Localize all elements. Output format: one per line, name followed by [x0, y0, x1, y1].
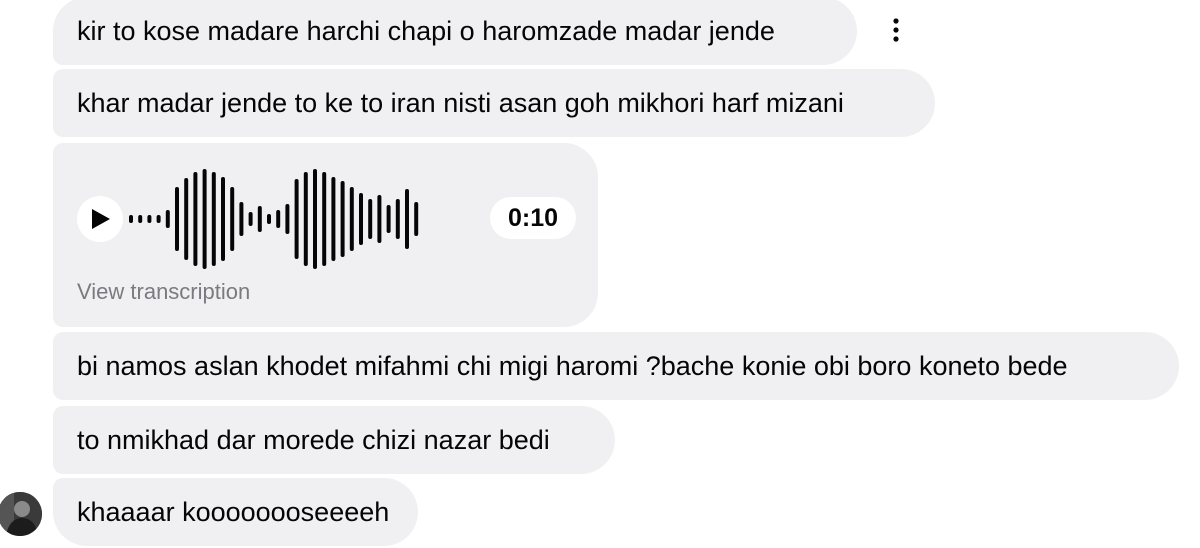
message-text: to nmikhad dar morede chizi nazar bedi	[77, 425, 550, 455]
sender-photo	[0, 492, 42, 536]
message-text: khaaaar koooooooseeeeh	[77, 497, 390, 527]
voice-message[interactable]: 0:10 View transcription	[53, 143, 598, 327]
vertical-ellipsis-icon	[893, 18, 899, 42]
play-button[interactable]	[77, 196, 123, 242]
message-text: bi namos aslan khodet mifahmi chi migi h…	[77, 351, 1068, 381]
message-bubble[interactable]: khaaaar koooooooseeeeh	[53, 478, 418, 546]
audio-duration: 0:10	[490, 197, 576, 239]
message-bubble[interactable]: kir to kose madare harchi chapi o haromz…	[53, 0, 857, 65]
avatar[interactable]	[0, 492, 42, 536]
message-text: khar madar jende to ke to iran nisti asa…	[77, 88, 844, 118]
message-bubble[interactable]: bi namos aslan khodet mifahmi chi migi h…	[53, 332, 1179, 400]
audio-waveform	[129, 169, 419, 269]
more-options-button[interactable]	[883, 14, 909, 46]
message-text: kir to kose madare harchi chapi o haromz…	[77, 16, 775, 46]
view-transcription-link[interactable]: View transcription	[77, 279, 250, 305]
message-bubble[interactable]: to nmikhad dar morede chizi nazar bedi	[53, 406, 615, 474]
play-icon	[92, 209, 110, 229]
message-bubble[interactable]: khar madar jende to ke to iran nisti asa…	[53, 69, 935, 137]
